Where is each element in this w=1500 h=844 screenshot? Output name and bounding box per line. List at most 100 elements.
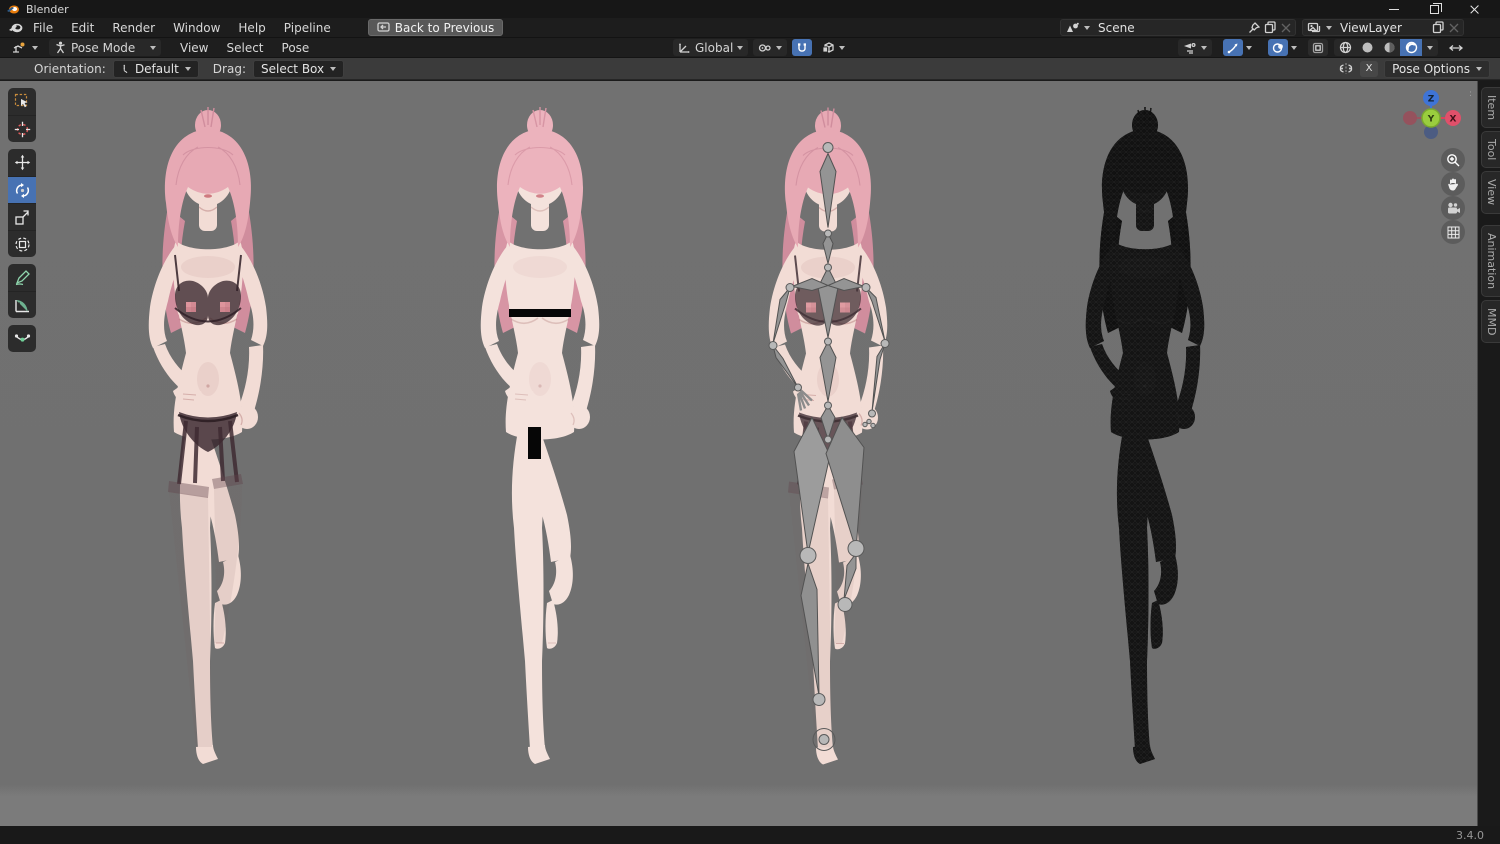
unlink-scene-icon[interactable] [1281, 23, 1291, 33]
transform-orientation-dropdown[interactable]: Global [673, 39, 749, 56]
shading-wireframe-button[interactable] [1334, 39, 1356, 56]
select-menu[interactable]: Select [217, 39, 272, 57]
menu-window[interactable]: Window [164, 19, 229, 37]
3d-viewport[interactable]: Z X Y : Item Tool View Animation MMD [0, 81, 1500, 826]
tool-measure[interactable] [8, 291, 36, 318]
view-axis-gizmo[interactable]: Z X Y [1401, 89, 1461, 149]
view-menu[interactable]: View [171, 39, 217, 57]
model-character-censored[interactable] [440, 95, 640, 775]
back-to-previous-button[interactable]: Back to Previous [367, 19, 504, 36]
pose-options-dropdown[interactable]: Pose Options [1384, 59, 1490, 78]
maximize-icon [1429, 2, 1442, 14]
tool-transform[interactable] [8, 230, 36, 257]
tab-animation[interactable]: Animation [1481, 224, 1500, 297]
mode-selector[interactable]: Pose Mode [49, 39, 161, 56]
editor-type-icon [13, 42, 25, 53]
mode-label: Pose Mode [71, 40, 136, 55]
scene-name[interactable]: Scene [1094, 21, 1244, 35]
grid-icon [1447, 226, 1459, 238]
model-character-armature[interactable] [728, 93, 928, 778]
maximize-button[interactable] [1414, 0, 1454, 18]
sidebar-collapse-handle[interactable]: : [1469, 89, 1472, 99]
shading-options-caret[interactable] [1422, 45, 1438, 50]
scene-selector[interactable]: Scene [1060, 19, 1296, 36]
snap-target-button[interactable] [817, 39, 850, 56]
material-sphere-icon [1384, 42, 1394, 53]
tool-move[interactable] [8, 149, 36, 176]
axis-x-label: X [1450, 115, 1457, 125]
orientation-label: Orientation: [34, 61, 106, 76]
tool-cursor[interactable] [8, 115, 36, 142]
gizmos-dropdown[interactable] [1218, 39, 1257, 56]
new-viewlayer-icon[interactable] [1432, 21, 1445, 34]
orientation-default-icon [123, 64, 128, 73]
close-button[interactable] [1454, 0, 1494, 18]
menu-file[interactable]: File [24, 19, 62, 37]
tool-select-box[interactable] [8, 88, 36, 115]
tool-settings-bar: Orientation: Default Drag: Select Box X … [0, 58, 1500, 80]
orientation-axes-icon [679, 42, 690, 53]
orientation-dropdown[interactable]: Default [112, 59, 199, 78]
tab-tool[interactable]: Tool [1481, 131, 1500, 169]
tool-annotate[interactable] [8, 264, 36, 291]
menu-pipeline[interactable]: Pipeline [275, 19, 340, 37]
back-screen-icon [377, 22, 390, 32]
filter-eye-icon [1184, 42, 1196, 54]
overlays-toggle[interactable] [1268, 39, 1288, 56]
orientation-dd-caret [184, 66, 191, 71]
tool-scale[interactable] [8, 203, 36, 230]
tab-mmd[interactable]: MMD [1481, 299, 1500, 344]
gizmo-arrows-icon [1227, 43, 1238, 53]
snap-target-caret [839, 45, 846, 50]
model-character-wireframe[interactable] [1040, 95, 1250, 775]
pose-options-caret [1476, 66, 1482, 71]
tab-view[interactable]: View [1481, 171, 1500, 214]
object-visibility-dropdown[interactable] [1178, 39, 1212, 56]
header-resize-icon[interactable] [1448, 43, 1464, 53]
viewlayer-dropdown-caret [1326, 25, 1332, 30]
model-character-lingerie[interactable] [108, 95, 308, 775]
minimize-button[interactable] [1374, 0, 1414, 18]
tool-pose-breakdowner[interactable] [8, 325, 36, 352]
editor-type-button[interactable] [6, 39, 43, 56]
xray-icon [1312, 42, 1324, 53]
ortho-toggle-button[interactable] [1441, 220, 1465, 244]
visibility-caret [1201, 45, 1207, 50]
overlays-dropdown[interactable] [1263, 39, 1302, 56]
camera-view-button[interactable] [1441, 196, 1465, 220]
shading-material-button[interactable] [1378, 39, 1400, 56]
viewlayer-name[interactable]: ViewLayer [1336, 21, 1428, 35]
new-scene-icon[interactable] [1264, 21, 1277, 34]
snap-toggle-button[interactable] [792, 39, 813, 56]
title-bar: Blender [0, 0, 1500, 18]
scene-icon [1067, 22, 1079, 32]
sidebar-tab-strip: Item Tool View Animation MMD [1477, 81, 1500, 826]
blender-app-menu-icon[interactable] [8, 21, 24, 34]
xray-toggle-button[interactable] [1308, 39, 1328, 56]
pan-button[interactable] [1441, 172, 1465, 196]
viewport-header: Pose Mode View Select Pose Global [0, 38, 1500, 58]
top-menu-bar: File Edit Render Window Help Pipeline Ba… [0, 18, 1500, 38]
remove-viewlayer-icon[interactable] [1449, 23, 1459, 33]
drag-label: Drag: [212, 61, 246, 76]
shading-rendered-button[interactable] [1400, 39, 1422, 56]
drag-dropdown[interactable]: Select Box [252, 59, 345, 78]
tab-item[interactable]: Item [1481, 87, 1500, 129]
gizmos-toggle[interactable] [1223, 39, 1243, 56]
scene-dropdown-caret [1084, 25, 1090, 30]
viewlayer-selector[interactable]: ViewLayer [1302, 19, 1464, 36]
menu-edit[interactable]: Edit [62, 19, 103, 37]
menu-help[interactable]: Help [229, 19, 274, 37]
tool-rotate[interactable] [8, 176, 36, 203]
version-label: 3.4.0 [1456, 828, 1484, 842]
zoom-button[interactable] [1441, 148, 1465, 172]
mirror-x-icon[interactable] [1338, 62, 1354, 75]
menu-render[interactable]: Render [103, 19, 164, 37]
minimize-icon [1389, 8, 1399, 10]
pivot-point-button[interactable] [753, 39, 788, 56]
status-bar: 3.4.0 [0, 826, 1500, 844]
mirror-x-toggle[interactable]: X [1360, 60, 1379, 77]
pin-icon[interactable] [1248, 21, 1260, 34]
shading-solid-button[interactable] [1356, 39, 1378, 56]
pose-menu[interactable]: Pose [273, 39, 319, 57]
